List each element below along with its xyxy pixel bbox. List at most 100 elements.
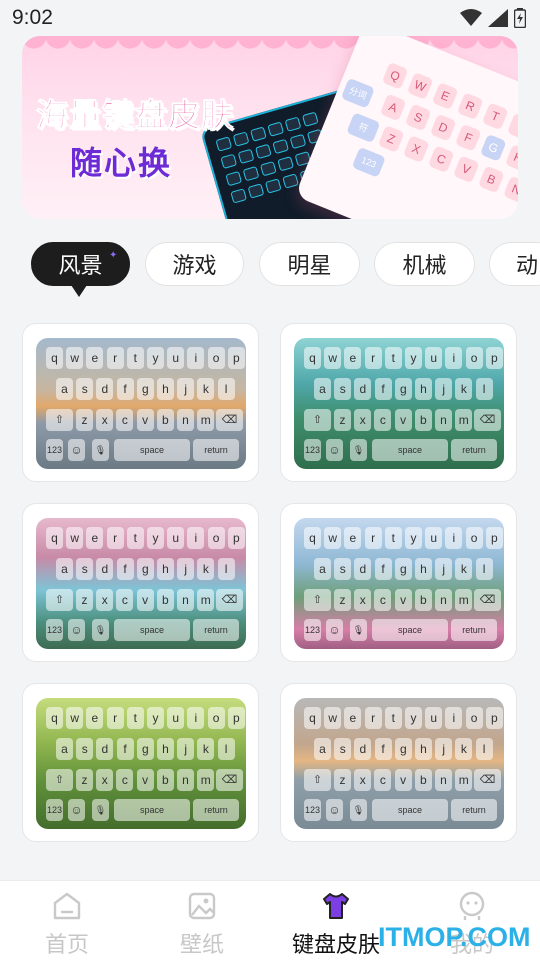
banner-key: Z bbox=[377, 125, 405, 153]
banner-key: F bbox=[454, 123, 482, 152]
keyboard-key: c bbox=[116, 769, 134, 791]
keyboard-key: return bbox=[451, 439, 497, 461]
home-icon bbox=[53, 892, 81, 920]
keyboard-row: ⇧ z x c v b n m ⌫ bbox=[36, 769, 246, 791]
keyboard-key: d bbox=[96, 378, 114, 400]
keyboard-key: s bbox=[76, 378, 94, 400]
keyboard-key: s bbox=[334, 378, 352, 400]
banner-special-key: 123 bbox=[351, 146, 386, 178]
keyboard-key: p bbox=[227, 347, 245, 369]
keyboard-key: space bbox=[372, 439, 448, 461]
nav-home-label: 首页 bbox=[44, 933, 89, 958]
banner-key: B bbox=[477, 165, 505, 194]
keyboard-key: f bbox=[116, 738, 134, 760]
keyboard-key: o bbox=[207, 527, 225, 549]
keyboard-key: m bbox=[197, 409, 215, 431]
skin-card[interactable]: q w e r t y u i o p a s d f g h j k l ⇧ z x c v b n m ⌫ 123 ☺ 🎙 space re… bbox=[22, 503, 259, 662]
keyboard-row: ⇧ z x c v b n m ⌫ bbox=[36, 409, 246, 431]
keyboard-key: h bbox=[157, 558, 174, 580]
keyboard-key: g bbox=[394, 558, 412, 580]
keyboard-key: r bbox=[106, 347, 124, 369]
keyboard-key: ⇧ bbox=[304, 409, 331, 431]
keyboard-key: j bbox=[435, 738, 453, 760]
keyboard-key: s bbox=[334, 738, 352, 760]
keyboard-key: q bbox=[304, 707, 321, 729]
tab-games[interactable]: 游戏 bbox=[145, 242, 244, 286]
keyboard-key: 🎙 bbox=[92, 619, 109, 641]
skin-card[interactable]: q w e r t y u i o p a s d f g h j k l ⇧ z x c v b n m ⌫ 123 ☺ 🎙 space re… bbox=[280, 503, 517, 662]
keyboard-row: 123 ☺ 🎙 space return bbox=[36, 439, 246, 461]
tab-mechanical[interactable]: 机械 bbox=[374, 242, 475, 286]
skin-card[interactable]: q w e r t y u i o p a s d f g h j k l ⇧ z x c v b n m ⌫ 123 ☺ 🎙 space re… bbox=[22, 683, 259, 842]
banner-key: V bbox=[452, 155, 480, 184]
skin-card[interactable]: q w e r t y u i o p a s d f g h j k l ⇧ z x c v b n m ⌫ 123 ☺ 🎙 space re… bbox=[22, 323, 259, 482]
keyboard-key: y bbox=[405, 707, 422, 729]
keyboard-key: ⌫ bbox=[216, 409, 243, 431]
nav-wallpaper-label: 壁纸 bbox=[179, 933, 224, 958]
keyboard-key: r bbox=[364, 707, 382, 729]
keyboard-key: q bbox=[46, 347, 63, 369]
keyboard-key: k bbox=[455, 738, 473, 760]
keyboard-key: j bbox=[177, 378, 195, 400]
keyboard-key: l bbox=[217, 558, 235, 580]
keyboard-key: c bbox=[374, 589, 392, 611]
keyboard-key: m bbox=[455, 589, 473, 611]
keyboard-key: i bbox=[445, 707, 463, 729]
keyboard-key: u bbox=[167, 707, 185, 729]
nav-home[interactable]: 首页 bbox=[7, 881, 127, 960]
keyboard-row: asdfghjkl bbox=[294, 738, 504, 760]
site-watermark: ITMOP.COM bbox=[378, 922, 531, 952]
keyboard-key: b bbox=[156, 409, 174, 431]
keyboard-key: e bbox=[86, 707, 104, 729]
keyboard-key: g bbox=[136, 738, 154, 760]
keyboard-key: q bbox=[304, 527, 321, 549]
keyboard-key: d bbox=[354, 738, 372, 760]
keyboard-row: asdfghjkl bbox=[294, 378, 504, 400]
keyboard-key: u bbox=[167, 527, 185, 549]
promo-banner[interactable]: Q W E R T Y A S D F G H Z X C V B N 分词符 123 海量键盘皮肤 随心换 bbox=[22, 36, 518, 219]
tab-scenery[interactable]: 风景 bbox=[31, 242, 130, 286]
keyboard-key: ☺ bbox=[68, 619, 85, 641]
keyboard-key: x bbox=[354, 769, 372, 791]
keyboard-key: a bbox=[56, 378, 73, 400]
keyboard-key: e bbox=[86, 527, 104, 549]
keyboard-key: ⇧ bbox=[46, 409, 73, 431]
keyboard-key: q bbox=[46, 527, 63, 549]
keyboard-key: p bbox=[485, 347, 503, 369]
keyboard-key: ☺ bbox=[68, 799, 85, 821]
banner-key: Y bbox=[506, 112, 518, 141]
keyboard-key: k bbox=[455, 378, 473, 400]
keyboard-key: e bbox=[344, 527, 362, 549]
keyboard-key: f bbox=[116, 558, 134, 580]
keyboard-key: v bbox=[136, 589, 154, 611]
keyboard-key: e bbox=[344, 707, 362, 729]
keyboard-key: c bbox=[116, 409, 134, 431]
keyboard-key: n bbox=[177, 589, 194, 611]
battery-icon bbox=[514, 8, 526, 28]
keyboard-row: qwertyuiop bbox=[294, 527, 504, 549]
keyboard-row: ⇧ z x c v b n m ⌫ bbox=[294, 409, 504, 431]
status-icons bbox=[460, 8, 526, 28]
keyboard-key: i bbox=[445, 347, 463, 369]
nav-wallpaper[interactable]: 壁纸 bbox=[142, 881, 262, 960]
keyboard-key: x bbox=[96, 409, 114, 431]
keyboard-key: n bbox=[435, 769, 452, 791]
keyboard-key: l bbox=[217, 378, 235, 400]
banner-key: E bbox=[431, 82, 459, 111]
keyboard-row: asdfghjkl bbox=[36, 738, 246, 760]
keyboard-key: j bbox=[435, 558, 453, 580]
skin-card[interactable]: q w e r t y u i o p a s d f g h j k l ⇧ z x c v b n m ⌫ 123 ☺ 🎙 space re… bbox=[280, 323, 517, 482]
tab-anime[interactable]: 动 bbox=[489, 242, 540, 286]
keyboard-row: 123 ☺ 🎙 space return bbox=[294, 799, 504, 821]
keyboard-key: p bbox=[227, 527, 245, 549]
tab-stars[interactable]: 明星 bbox=[259, 242, 360, 286]
keyboard-key: 🎙 bbox=[92, 799, 109, 821]
skin-card[interactable]: q w e r t y u i o p a s d f g h j k l ⇧ z x c v b n m ⌫ 123 ☺ 🎙 space re… bbox=[280, 683, 517, 842]
keyboard-key: w bbox=[66, 527, 84, 549]
keyboard-key: o bbox=[465, 707, 483, 729]
banner-special-key: 符 bbox=[346, 112, 381, 144]
keyboard-key: space bbox=[372, 799, 448, 821]
keyboard-key: b bbox=[156, 589, 174, 611]
keyboard-key: a bbox=[314, 378, 331, 400]
keyboard-key: b bbox=[414, 589, 432, 611]
